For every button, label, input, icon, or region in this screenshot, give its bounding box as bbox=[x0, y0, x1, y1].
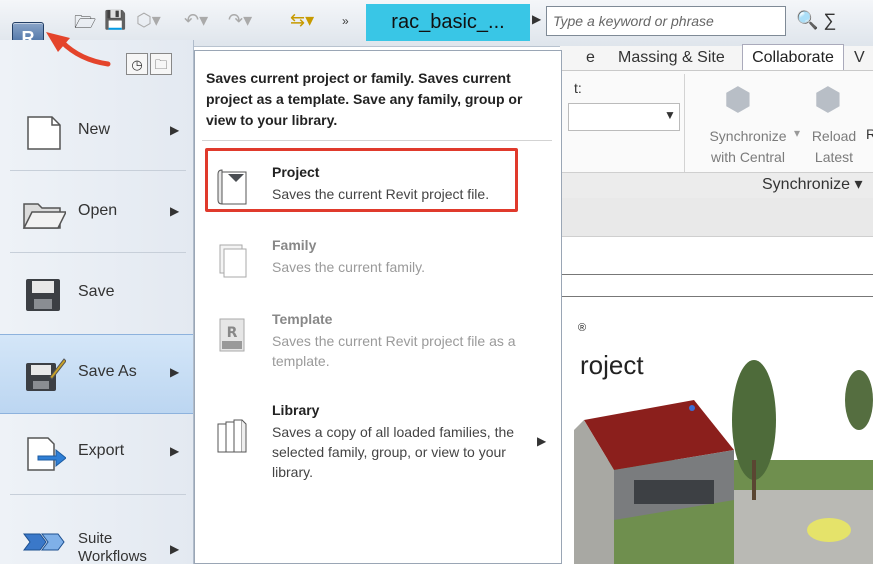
template-file-icon: R bbox=[219, 318, 245, 352]
measure-icon[interactable]: ⇆▾ bbox=[290, 10, 314, 31]
highlight-box bbox=[205, 148, 518, 212]
label-fragment: t: bbox=[574, 80, 582, 96]
reload-icon[interactable]: ⬢ bbox=[814, 80, 842, 118]
open-folder-icon bbox=[22, 203, 66, 229]
family-file-icon bbox=[219, 244, 247, 278]
rule-line bbox=[560, 296, 873, 297]
chevron-right-icon: ▶ bbox=[170, 444, 180, 458]
tab-massing-site[interactable]: Massing & Site bbox=[618, 47, 725, 69]
tab-collaborate[interactable]: Collaborate bbox=[742, 44, 844, 72]
chevron-right-icon: ▶ bbox=[170, 365, 180, 379]
synchronize-button[interactable]: Synchronize with Central bbox=[700, 126, 796, 168]
chevron-right-icon: ▶ bbox=[170, 542, 180, 556]
search-input[interactable]: Type a keyword or phrase bbox=[546, 6, 786, 36]
menu-item-save[interactable]: Save bbox=[0, 255, 193, 335]
menu-label-new: New bbox=[78, 121, 111, 138]
ribbon-trailing-fragment: R bbox=[866, 126, 873, 142]
registered-mark: ® bbox=[578, 322, 587, 334]
synchronize-panel-label[interactable]: Synchronize ▾ bbox=[762, 174, 863, 194]
undo-icon[interactable]: ↶▾ bbox=[184, 10, 208, 31]
menu-divider bbox=[10, 494, 186, 495]
suite-workflows-icon bbox=[23, 533, 65, 551]
menu-item-save-as[interactable]: Save As ▶ bbox=[0, 334, 193, 414]
submenu-title-library: Library bbox=[272, 402, 320, 418]
menu-item-open[interactable]: Open ▶ bbox=[0, 174, 193, 254]
menu-divider bbox=[10, 252, 186, 253]
redo-icon[interactable]: ↷▾ bbox=[228, 10, 252, 31]
submenu-title-template: Template bbox=[272, 311, 333, 327]
save-disk-icon bbox=[26, 279, 60, 311]
project-heading-fragment: roject bbox=[580, 350, 644, 380]
submenu-item-family[interactable]: Family Saves the current family. bbox=[204, 237, 550, 281]
synchronize-icon[interactable]: ⬢ bbox=[724, 80, 752, 118]
library-books-icon bbox=[217, 419, 247, 453]
menu-label-save-as: Save As bbox=[78, 363, 137, 380]
submenu-desc-family: Saves the current family. bbox=[272, 259, 426, 275]
submenu-description: Saves current project or family. Saves c… bbox=[206, 70, 523, 128]
submenu-desc-library: Saves a copy of all loaded families, the… bbox=[272, 424, 515, 480]
open-documents-icon[interactable]: 🗀 bbox=[150, 53, 172, 75]
save-as-icon bbox=[26, 358, 66, 391]
synchronize-line1: Synchronize bbox=[709, 128, 787, 144]
export-icon bbox=[27, 437, 66, 471]
submenu-divider bbox=[202, 140, 552, 141]
chevron-right-icon: ▶ bbox=[537, 434, 547, 448]
menu-item-suite-workflows[interactable]: Suite Workflows ▶ bbox=[0, 508, 193, 565]
menu-divider bbox=[10, 170, 186, 171]
tab-view-fragment[interactable]: V bbox=[854, 47, 865, 69]
rule-line bbox=[560, 274, 873, 275]
menu-label-save: Save bbox=[78, 283, 115, 300]
menu-label-open: Open bbox=[78, 202, 118, 219]
svg-text:R: R bbox=[227, 325, 238, 341]
new-document-icon bbox=[27, 116, 61, 150]
tab-fragment[interactable]: e bbox=[586, 47, 595, 69]
recent-documents-buttons: ◷ 🗀 bbox=[126, 53, 174, 75]
submenu-title-family: Family bbox=[272, 237, 317, 253]
menu-item-new[interactable]: New ▶ bbox=[0, 93, 193, 173]
binoculars-icon[interactable]: 🔍 ∑ bbox=[796, 10, 836, 31]
chevron-right-icon: ▶ bbox=[170, 204, 180, 218]
more-icon[interactable]: » bbox=[342, 14, 349, 28]
file-title: rac_basic_... bbox=[366, 4, 530, 41]
chevron-down-icon: ▼ bbox=[664, 108, 676, 122]
synchronize-dropdown-icon[interactable]: ▾ bbox=[794, 126, 800, 140]
menu-label-suite-workflows: Suite Workflows bbox=[78, 530, 147, 565]
reload-line2: Latest bbox=[814, 149, 854, 165]
reload-latest-button[interactable]: Reload Latest bbox=[804, 126, 864, 168]
reload-line1: Reload bbox=[811, 128, 857, 144]
submenu-item-library[interactable]: Library Saves a copy of all loaded famil… bbox=[204, 402, 550, 482]
recent-documents-icon[interactable]: ◷ bbox=[126, 53, 148, 75]
view-tab-strip bbox=[560, 198, 873, 237]
submenu-desc-template: Saves the current Revit project file as … bbox=[272, 333, 516, 369]
menu-item-export[interactable]: Export ▶ bbox=[0, 414, 193, 494]
submenu-item-template[interactable]: R Template Saves the current Revit proje… bbox=[204, 311, 550, 375]
title-arrow-icon[interactable]: ▶ bbox=[532, 12, 541, 26]
menu-label-export: Export bbox=[78, 442, 125, 459]
annotation-arrow-icon bbox=[46, 32, 111, 67]
sync-icon[interactable]: ⬡▾ bbox=[136, 10, 161, 31]
chevron-right-icon: ▶ bbox=[170, 123, 180, 137]
synchronize-line2: with Central bbox=[711, 149, 785, 165]
save-icon[interactable]: 💾 bbox=[104, 10, 126, 31]
